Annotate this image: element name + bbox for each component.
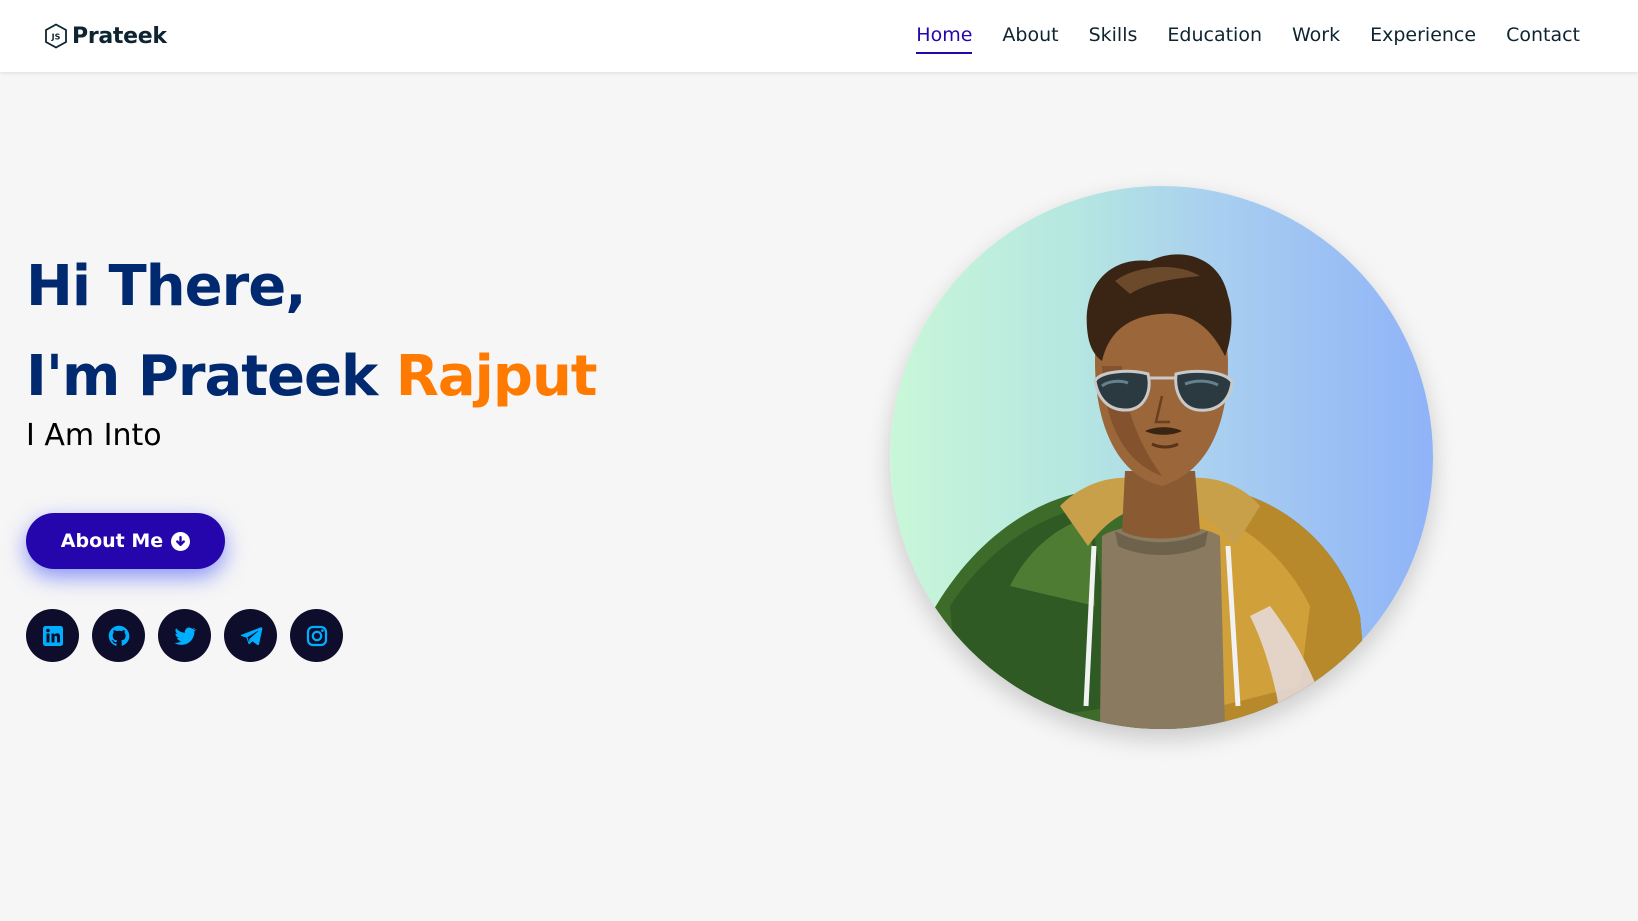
hero-name-prefix: I'm Prateek [26,344,396,409]
hero-name-accent: Rajput [395,344,598,409]
twitter-link[interactable] [158,609,211,662]
instagram-link[interactable] [290,609,343,662]
navbar: JS Prateek Home About Skills Education W… [0,0,1638,72]
arrow-circle-down-icon [171,531,191,551]
linkedin-icon [42,625,63,646]
brand-name: Prateek [72,23,167,49]
hero-text: Hi There, I'm Prateek Rajput I Am Into [26,254,598,453]
svg-text:JS: JS [51,33,61,42]
telegram-icon [240,626,262,645]
about-me-label: About Me [60,530,164,552]
nav-about[interactable]: About [1002,18,1058,54]
nav-contact[interactable]: Contact [1506,18,1580,54]
github-icon [108,625,129,646]
linkedin-link[interactable] [26,609,79,662]
nav-education[interactable]: Education [1167,18,1262,54]
portrait-illustration [930,254,1370,729]
brand-logo[interactable]: JS Prateek [44,23,167,49]
instagram-icon [306,625,327,646]
js-hexagon-icon: JS [45,23,67,49]
nav-experience[interactable]: Experience [1370,18,1476,54]
profile-image [890,186,1433,729]
social-links [26,609,343,662]
nav-home[interactable]: Home [916,18,973,54]
hero-subtitle: I Am Into [26,418,162,453]
about-me-button[interactable]: About Me [26,513,225,569]
nav-skills[interactable]: Skills [1089,18,1138,54]
twitter-icon [173,627,197,645]
hero-name: I'm Prateek Rajput [26,332,598,422]
github-link[interactable] [92,609,145,662]
nav-work[interactable]: Work [1292,18,1340,54]
telegram-link[interactable] [224,609,277,662]
nav-links: Home About Skills Education Work Experie… [886,18,1580,54]
hero-greeting: Hi There, [26,254,306,319]
